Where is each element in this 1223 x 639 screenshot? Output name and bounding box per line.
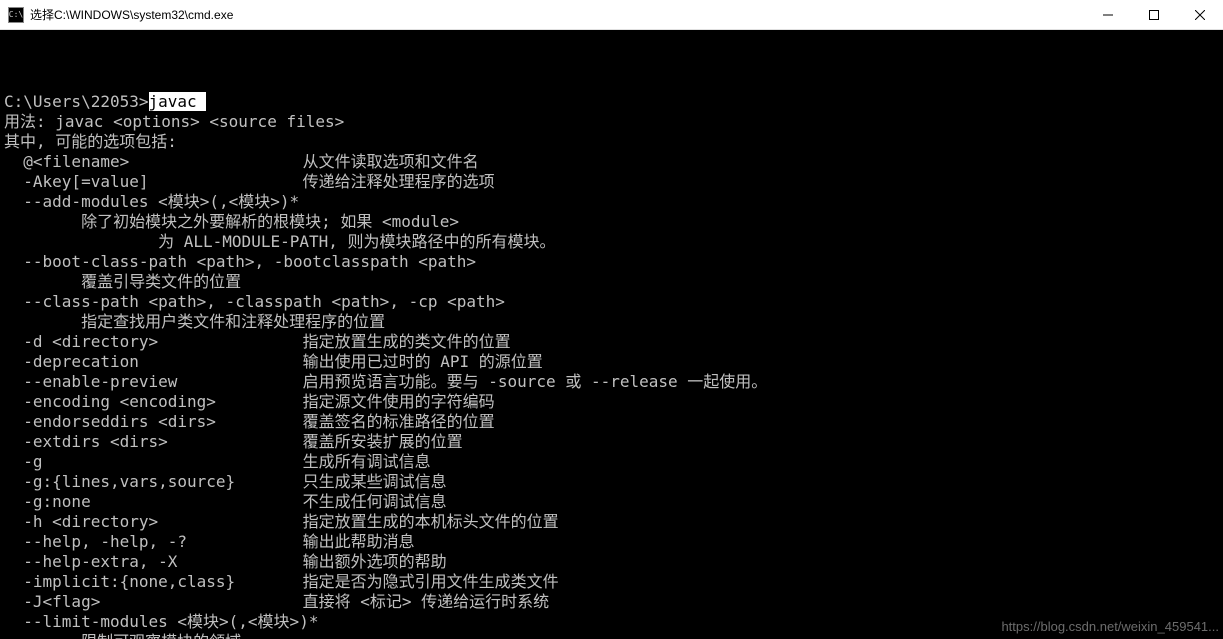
maximize-button[interactable] bbox=[1131, 0, 1177, 29]
cmd-icon: C:\ bbox=[8, 7, 24, 23]
titlebar: C:\ 选择C:\WINDOWS\system32\cmd.exe bbox=[0, 0, 1223, 30]
watermark-text: https://blog.csdn.net/weixin_459541... bbox=[1001, 617, 1219, 637]
close-button[interactable] bbox=[1177, 0, 1223, 29]
minimize-button[interactable] bbox=[1085, 0, 1131, 29]
window-title: 选择C:\WINDOWS\system32\cmd.exe bbox=[30, 6, 233, 23]
titlebar-left: C:\ 选择C:\WINDOWS\system32\cmd.exe bbox=[8, 6, 233, 23]
terminal-area[interactable]: C:\Users\22053>javac 用法: javac <options>… bbox=[0, 30, 1223, 639]
window-controls bbox=[1085, 0, 1223, 29]
terminal-content: C:\Users\22053>javac 用法: javac <options>… bbox=[4, 72, 1219, 639]
